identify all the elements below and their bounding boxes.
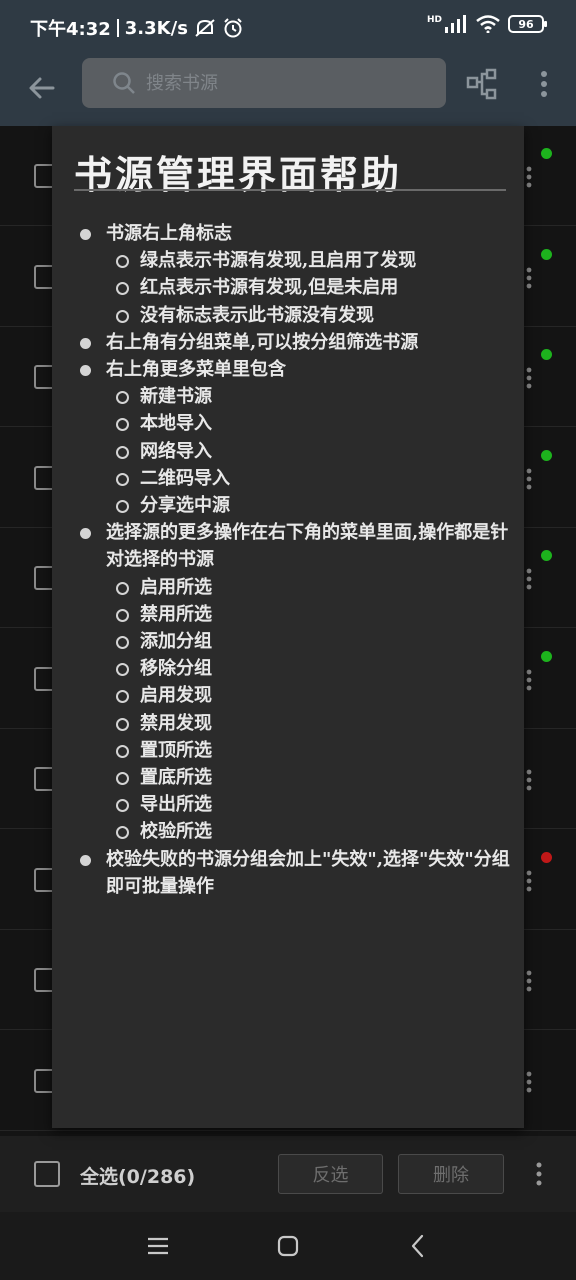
help-subitem: 移除分组	[114, 655, 510, 682]
row-more-icon[interactable]	[526, 468, 532, 490]
wifi-icon	[476, 15, 500, 33]
discovery-status-dot	[541, 248, 552, 260]
help-item: 右上角有分组菜单,可以按分组筛选书源	[80, 329, 510, 356]
help-subitem: 红点表示书源有发现,但是未启用	[114, 274, 510, 301]
help-sublist: 新建书源 本地导入 网络导入 二维码导入 分享选中源	[114, 383, 510, 519]
discovery-status-dot	[541, 148, 552, 159]
help-item-text: 校验失败的书源分组会加上"失效",选择"失效"分组即可批量操作	[106, 848, 510, 897]
back-arrow-icon[interactable]	[26, 72, 58, 104]
help-subitem: 添加分组	[114, 628, 510, 655]
help-subitem: 禁用所选	[114, 601, 510, 628]
status-left: 下午4:32 3.3K/s	[30, 15, 244, 41]
discovery-status-dot	[541, 650, 552, 662]
help-list: 书源右上角标志绿点表示书源有发现,且启用了发现 红点表示书源有发现,但是未启用 没有…	[80, 220, 510, 900]
search-icon	[113, 72, 135, 94]
row-more-icon[interactable]	[526, 166, 532, 188]
help-subitem: 校验所选	[114, 818, 510, 845]
row-more-icon[interactable]	[526, 568, 532, 590]
toolbar	[0, 56, 576, 126]
help-item: 选择源的更多操作在右下角的菜单里面,操作都是针对选择的书源 启用所选 禁用所选 添加分…	[80, 519, 510, 845]
row-more-icon[interactable]	[526, 769, 532, 791]
search-input[interactable]	[146, 72, 426, 94]
row-more-icon[interactable]	[526, 1071, 532, 1093]
alarm-icon	[224, 18, 242, 38]
help-subitem: 二维码导入	[114, 465, 510, 492]
help-subitem: 启用发现	[114, 682, 510, 709]
help-item-text: 选择源的更多操作在右下角的菜单里面,操作都是针对选择的书源	[106, 522, 509, 571]
status-bar: 下午4:32 3.3K/s HD 96	[0, 0, 576, 56]
discovery-status-dot	[541, 349, 552, 360]
delete-button[interactable]: 删除	[398, 1154, 504, 1194]
help-item: 书源右上角标志绿点表示书源有发现,且启用了发现 红点表示书源有发现,但是未启用 没有…	[80, 220, 510, 329]
title-divider	[74, 189, 506, 191]
mute-icon	[195, 19, 215, 37]
home-nav-icon[interactable]	[274, 1232, 302, 1260]
invert-selection-button[interactable]: 反选	[278, 1154, 383, 1194]
battery-level: 96	[518, 17, 534, 31]
navigation-bar	[0, 1212, 576, 1280]
group-filter-icon[interactable]	[466, 68, 498, 100]
help-item-text: 右上角有分组菜单,可以按分组筛选书源	[106, 331, 419, 353]
row-more-icon[interactable]	[526, 970, 532, 992]
help-item-text: 书源右上角标志	[106, 223, 232, 244]
status-right: HD 96	[426, 15, 547, 33]
help-subitem: 置顶所选	[114, 737, 510, 764]
row-more-icon[interactable]	[526, 870, 532, 892]
select-all-checkbox[interactable]	[34, 1161, 60, 1187]
help-subitem: 启用所选	[114, 574, 510, 601]
more-vert-icon[interactable]	[528, 68, 560, 100]
row-more-icon[interactable]	[526, 267, 532, 289]
help-subitem: 导出所选	[114, 791, 510, 818]
help-sublist: 绿点表示书源有发现,且启用了发现 红点表示书源有发现,但是未启用 没有标志表示此书源…	[114, 247, 510, 329]
help-subitem: 置底所选	[114, 764, 510, 791]
discovery-status-dot	[541, 449, 552, 461]
help-subitem: 分享选中源	[114, 492, 510, 519]
battery-icon: 96	[508, 15, 547, 33]
help-subitem: 没有标志表示此书源没有发现	[114, 302, 510, 329]
discovery-status-dot	[541, 851, 552, 863]
row-more-icon[interactable]	[526, 669, 532, 691]
help-subitem: 新建书源	[114, 383, 510, 410]
selection-bar: 全选(0/286) 反选 删除	[0, 1136, 576, 1212]
help-subitem: 绿点表示书源有发现,且启用了发现	[114, 247, 510, 274]
discovery-status-dot	[541, 550, 552, 561]
menu-nav-icon[interactable]	[144, 1232, 172, 1260]
help-item: 校验失败的书源分组会加上"失效",选择"失效"分组即可批量操作	[80, 846, 510, 900]
help-item-text: 右上角更多菜单里包含	[106, 359, 286, 381]
status-time: 下午4:32	[30, 19, 111, 40]
select-all-label[interactable]: 全选(0/286)	[80, 1162, 195, 1189]
help-subitem: 网络导入	[114, 438, 510, 465]
status-divider	[116, 19, 119, 37]
back-nav-icon[interactable]	[404, 1232, 432, 1260]
signal-icon	[445, 15, 466, 33]
help-item: 右上角更多菜单里包含 新建书源 本地导入 网络导入 二维码导入 分享选中源	[80, 356, 510, 519]
hd-badge: HD	[426, 15, 442, 25]
selection-more-icon[interactable]	[536, 1162, 542, 1186]
help-subitem: 禁用发现	[114, 710, 510, 737]
status-net-speed: 3.3K/s	[124, 17, 188, 39]
help-subitem: 本地导入	[114, 410, 510, 437]
help-sublist: 启用所选 禁用所选 添加分组 移除分组 启用发现 禁用发现 置顶所选 置底所选 导出所选 校验所选	[114, 574, 510, 846]
help-dialog: 书源管理界面帮助 书源右上角标志 绿点表示书源有发现,且启用了发现 红点表示书源有发…	[52, 126, 524, 1128]
search-box[interactable]	[82, 58, 446, 108]
row-more-icon[interactable]	[526, 367, 532, 389]
